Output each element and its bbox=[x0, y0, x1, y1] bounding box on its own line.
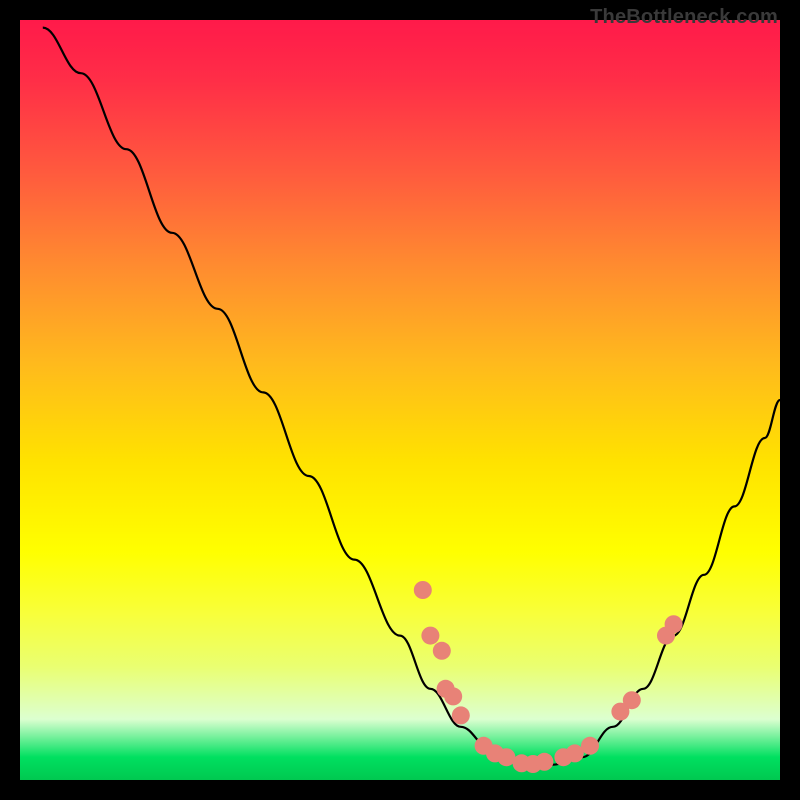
data-marker bbox=[535, 753, 553, 771]
data-marker bbox=[623, 691, 641, 709]
curve-svg bbox=[20, 20, 780, 780]
data-marker bbox=[433, 642, 451, 660]
data-marker bbox=[421, 627, 439, 645]
watermark-text: TheBottleneck.com bbox=[590, 6, 778, 29]
data-marker bbox=[581, 737, 599, 755]
chart-markers bbox=[414, 581, 683, 773]
data-marker bbox=[452, 706, 470, 724]
chart-curve bbox=[43, 28, 780, 765]
chart-area bbox=[20, 20, 780, 780]
data-marker bbox=[444, 687, 462, 705]
data-marker bbox=[414, 581, 432, 599]
data-marker bbox=[665, 615, 683, 633]
